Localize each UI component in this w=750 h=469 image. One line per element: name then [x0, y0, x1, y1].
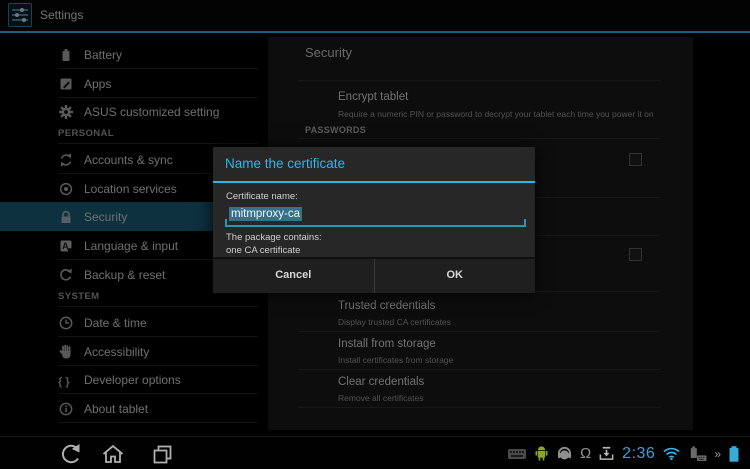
name-certificate-dialog: Name the certificate Certificate name: m…	[213, 147, 535, 291]
dock-battery-icon	[688, 446, 707, 462]
battery-status-icon	[728, 445, 740, 463]
home-button[interactable]	[100, 441, 126, 467]
selected-input-text: mitmproxy-ca	[229, 207, 302, 221]
keyboard-icon	[507, 447, 527, 461]
package-contains-label: The package contains:	[226, 232, 322, 243]
clock-time: 2:36	[622, 445, 655, 463]
ok-button[interactable]: OK	[374, 259, 536, 293]
system-tray[interactable]: Ω 2:36 »	[507, 437, 740, 469]
dialog-button-bar: Cancel OK	[213, 257, 535, 293]
screen: Settings Battery Apps ASUS customized se…	[0, 0, 750, 469]
headset-icon	[556, 445, 573, 462]
edittext-end-tick	[524, 219, 526, 227]
dialog-accent-line	[213, 181, 535, 183]
recents-button[interactable]	[150, 441, 176, 467]
dialog-title: Name the certificate	[225, 147, 345, 181]
expand-chevron: »	[714, 447, 721, 461]
back-button[interactable]	[58, 441, 84, 467]
certificate-name-input[interactable]: mitmproxy-ca	[225, 206, 526, 227]
headphones-icon: Ω	[580, 446, 591, 462]
package-contents-value: one CA certificate	[226, 245, 300, 256]
certificate-name-label: Certificate name:	[226, 191, 298, 202]
system-bar: Ω 2:36 »	[0, 436, 750, 469]
edittext-end-tick	[225, 219, 227, 227]
android-debug-icon	[534, 445, 549, 462]
install-cert-icon	[598, 445, 615, 462]
wifi-icon	[662, 446, 681, 461]
cancel-button[interactable]: Cancel	[213, 259, 374, 293]
